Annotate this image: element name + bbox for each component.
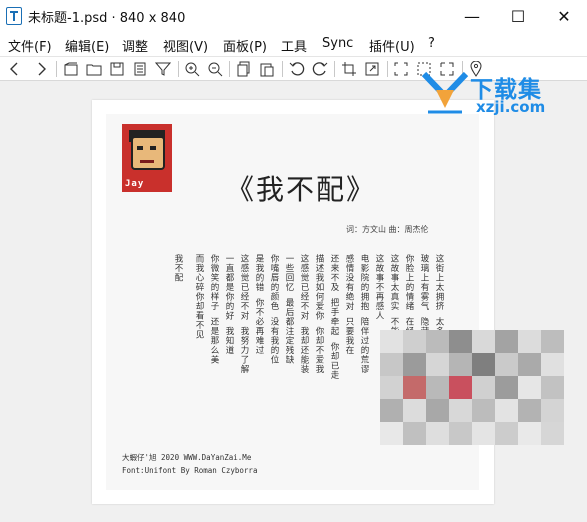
lyric-line: 这感觉已经不对 我却还能装 bbox=[299, 254, 309, 375]
menu-edit[interactable]: 编辑(E) bbox=[65, 36, 109, 55]
forward-icon[interactable] bbox=[32, 60, 50, 78]
redo-icon[interactable] bbox=[311, 60, 329, 78]
save-icon[interactable] bbox=[108, 60, 126, 78]
open-folder-icon[interactable] bbox=[85, 60, 103, 78]
menu-adjust[interactable]: 调整 bbox=[122, 36, 148, 55]
zoom-out-icon[interactable] bbox=[206, 60, 224, 78]
copy-doc-icon[interactable] bbox=[131, 60, 149, 78]
lyric-line: 我不配 bbox=[173, 254, 183, 283]
poster-footer-font: Font:Unifont By Roman Czyborra bbox=[122, 466, 258, 475]
menu-sync[interactable]: Sync bbox=[322, 36, 353, 51]
avatar-tag: Jay bbox=[125, 179, 145, 189]
menu-file[interactable]: 文件(F) bbox=[8, 36, 52, 55]
lyric-line: 你嘴唇的颜色 没有我的位 bbox=[269, 254, 279, 365]
lyric-line: 而我心碎你却看不见 bbox=[194, 254, 204, 340]
marquee-icon[interactable] bbox=[392, 60, 410, 78]
resize-icon[interactable] bbox=[363, 60, 381, 78]
window-title: 未标题-1.psd · 840 x 840 bbox=[28, 11, 186, 26]
lyric-line: 还来不及 把手牵起 你却已走 bbox=[329, 254, 339, 381]
maximize-button[interactable]: ☐ bbox=[495, 0, 541, 32]
new-file-icon[interactable] bbox=[62, 60, 80, 78]
paste-icon[interactable] bbox=[258, 60, 276, 78]
song-title: 《我不配》 bbox=[226, 173, 377, 206]
menu-plugins[interactable]: 插件(U) bbox=[369, 36, 415, 55]
lyric-line: 描述我如何爱你 你却不爱我 bbox=[314, 254, 324, 375]
blurred-region bbox=[380, 330, 587, 522]
lyric-line: 一直都是你的好 我知道 bbox=[224, 254, 234, 356]
menu-tools[interactable]: 工具 bbox=[281, 36, 307, 55]
poster-footer-author: 大蝦仔'旭 2020 WWW.DaYanZai.Me bbox=[122, 453, 252, 462]
close-button[interactable]: ✕ bbox=[541, 0, 587, 32]
title-bar: 未标题-1.psd · 840 x 840 — ☐ ✕ bbox=[0, 0, 587, 32]
undo-icon[interactable] bbox=[288, 60, 306, 78]
lyric-line: 这故事不再感人 bbox=[374, 254, 384, 321]
back-icon[interactable] bbox=[6, 60, 24, 78]
download-logo-icon bbox=[421, 71, 469, 114]
zoom-in-icon[interactable] bbox=[183, 60, 201, 78]
lyric-line: 感情没有绝对 只要我在 bbox=[344, 254, 354, 356]
watermark: 下载集 xzji.com bbox=[420, 68, 570, 124]
menu-panel[interactable]: 面板(P) bbox=[223, 36, 267, 55]
lyric-line: 电影院的拥抱 陪伴过的荒谬 bbox=[359, 254, 369, 375]
menu-view[interactable]: 视图(V) bbox=[163, 36, 208, 55]
lyric-line: 你微笑的样子 还是那么美 bbox=[209, 254, 219, 365]
app-icon bbox=[6, 7, 22, 25]
menu-bar: 文件(F) 编辑(E) 调整 视图(V) 面板(P) 工具 Sync 插件(U)… bbox=[0, 32, 587, 56]
song-credits: 词：方文山 曲：周杰伦 bbox=[346, 225, 429, 234]
lyric-line: 是我的错 你不必再难过 bbox=[254, 254, 264, 356]
pixel-avatar: Jay bbox=[122, 124, 172, 192]
lyric-line: 这感觉已经不对 我努力了解 bbox=[239, 254, 249, 375]
lyric-line: 一些回忆 最后都注定残缺 bbox=[284, 254, 294, 365]
menu-help[interactable]: ? bbox=[428, 36, 435, 51]
copy-icon[interactable] bbox=[235, 60, 253, 78]
watermark-en: xzji.com bbox=[476, 98, 546, 116]
crop-icon[interactable] bbox=[340, 60, 358, 78]
minimize-button[interactable]: — bbox=[449, 0, 495, 32]
filter-icon[interactable] bbox=[154, 60, 172, 78]
